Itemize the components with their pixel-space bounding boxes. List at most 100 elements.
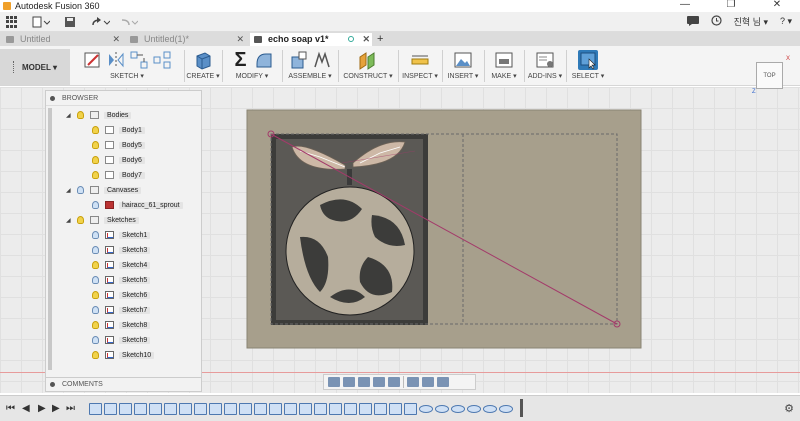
timeline-play-button[interactable]: ▶ [38,403,46,414]
close-button[interactable]: ✕ [754,0,800,12]
visibility-bulb-icon[interactable] [92,336,99,344]
timeline-feature[interactable] [329,403,342,415]
pan-hand-icon[interactable] [358,377,370,387]
timeline-feature[interactable] [89,403,102,415]
comments-panel[interactable]: COMMENTS [46,377,201,391]
timeline-next-button[interactable]: ▶ [52,403,60,414]
tree-item-sketch[interactable]: Sketch5 [92,274,151,286]
redo-icon[interactable] [118,15,138,29]
visibility-bulb-icon[interactable] [92,201,99,209]
close-tab-icon[interactable]: ✕ [236,33,244,46]
visibility-bulb-icon[interactable] [77,216,84,224]
construct-group[interactable]: CONSTRUCT ▾ [340,48,396,84]
3d-print-icon[interactable] [494,50,514,70]
tree-item-bodies[interactable]: ◢ Bodies [66,109,132,121]
display-settings-icon[interactable] [407,377,419,387]
expand-arrow-icon[interactable]: ◢ [66,112,72,119]
insert-image-icon[interactable] [453,50,473,70]
timeline-feature[interactable] [483,405,497,413]
timeline-feature[interactable] [451,405,465,413]
joint-icon[interactable] [312,50,332,70]
visibility-bulb-icon[interactable] [77,186,84,194]
tree-item-sketch[interactable]: Sketch8 [92,319,151,331]
close-tab-icon[interactable]: ✕ [362,33,370,46]
visibility-bulb-icon[interactable] [92,171,99,179]
visibility-bulb-icon[interactable] [92,126,99,134]
timeline-settings-icon[interactable]: ⚙ [784,402,794,415]
visibility-bulb-icon[interactable] [92,351,99,359]
tree-item-sketch[interactable]: Sketch1 [92,229,151,241]
inspect-group[interactable]: INSPECT ▾ [400,48,440,84]
visibility-bulb-icon[interactable] [92,141,99,149]
modify-group[interactable]: Σ MODIFY ▾ [224,48,280,84]
data-panel-icon[interactable] [6,15,18,29]
timeline-feature[interactable] [435,405,449,413]
maximize-button[interactable]: ❐ [708,0,754,12]
undo-icon[interactable] [90,15,110,29]
browser-header[interactable]: BROWSER [46,91,201,106]
select-group[interactable]: SELECT ▾ [568,48,608,84]
timeline-feature[interactable] [389,403,402,415]
timeline-feature[interactable] [374,403,387,415]
expand-arrow-icon[interactable]: ◢ [66,187,72,194]
scripts-addins-icon[interactable] [535,50,555,70]
timeline-feature[interactable] [209,403,222,415]
timeline-feature[interactable] [104,403,117,415]
timeline-feature[interactable] [284,403,297,415]
timeline-feature[interactable] [239,403,252,415]
timeline-feature[interactable] [149,403,162,415]
notifications-icon[interactable] [686,15,699,28]
create-group[interactable]: CREATE ▾ [186,48,220,84]
timeline-feature[interactable] [299,403,312,415]
zoom-window-icon[interactable] [388,377,400,387]
make-group[interactable]: MAKE ▾ [486,48,522,84]
tree-item-canvas[interactable]: hairacc_61_sprout [92,199,183,211]
expand-arrow-icon[interactable]: ◢ [66,217,72,224]
timeline-feature[interactable] [359,403,372,415]
timeline-feature[interactable] [254,403,267,415]
timeline-feature[interactable] [194,403,207,415]
tree-item-sketches[interactable]: ◢ Sketches [66,214,139,226]
measure-icon[interactable] [410,50,430,70]
minimize-button[interactable]: — [662,0,708,12]
addins-group[interactable]: ADD-INS ▾ [526,48,564,84]
tree-item-sketch[interactable]: Sketch7 [92,304,151,316]
zoom-icon[interactable] [373,377,385,387]
tab-untitled[interactable]: Untitled ✕ [2,33,122,46]
timeline-feature[interactable] [269,403,282,415]
offset-plane-icon[interactable] [358,50,378,70]
insert-group[interactable]: INSERT ▾ [444,48,482,84]
timeline-last-button[interactable]: ⏭ [66,403,75,414]
timeline-feature[interactable] [344,403,357,415]
timeline-feature[interactable] [314,403,327,415]
press-pull-icon[interactable] [254,50,274,70]
collapse-icon[interactable] [50,96,55,101]
create-sketch-icon[interactable] [83,50,103,70]
timeline-track[interactable] [89,402,513,416]
assemble-group[interactable]: ASSEMBLE ▾ [284,48,336,84]
browser-scrollbar[interactable] [48,108,52,370]
mirror-sketch-icon[interactable] [106,50,126,70]
user-menu[interactable]: 진혁 님 ▾ [734,15,768,28]
tab-untitled-1[interactable]: Untitled(1)* ✕ [126,33,246,46]
tree-item-body[interactable]: Body6 [92,154,145,166]
timeline-feature[interactable] [499,405,513,413]
visibility-bulb-icon[interactable] [92,306,99,314]
tree-item-sketch[interactable]: Sketch10 [92,349,155,361]
timeline-feature[interactable] [134,403,147,415]
tree-item-body[interactable]: Body5 [92,139,145,151]
save-icon[interactable] [64,15,76,29]
sketch-dimension-icon[interactable] [129,50,149,70]
timeline-feature[interactable] [419,405,433,413]
tree-item-sketch[interactable]: Sketch9 [92,334,151,346]
visibility-bulb-icon[interactable] [92,276,99,284]
new-tab-button[interactable]: + [373,33,387,46]
tree-item-canvases[interactable]: ◢ Canvases [66,184,142,196]
timeline-feature[interactable] [467,405,481,413]
select-icon[interactable] [578,50,598,70]
tab-echo-soap[interactable]: echo soap v1* ✕ [250,33,372,46]
file-menu-icon[interactable] [32,15,50,29]
visibility-bulb-icon[interactable] [92,231,99,239]
timeline-prev-button[interactable]: ◀ [22,403,30,414]
tree-item-sketch[interactable]: Sketch3 [92,244,151,256]
